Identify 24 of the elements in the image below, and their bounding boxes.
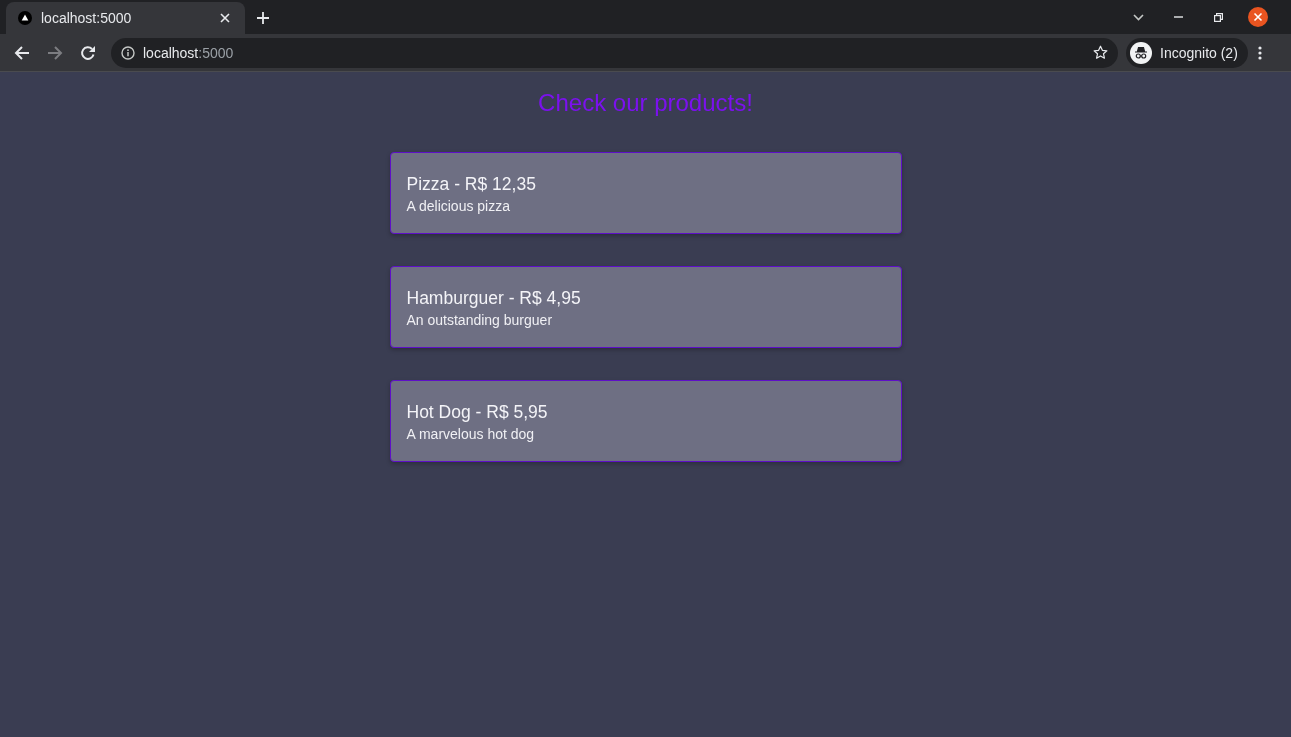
incognito-profile-button[interactable]: Incognito (2) [1126,37,1248,68]
back-arrow-icon [14,44,30,61]
incognito-icon [1130,41,1152,64]
page-heading: Check our products! [538,89,753,117]
address-bar[interactable]: localhost:5000 [111,37,1118,68]
info-icon[interactable] [121,45,135,60]
favicon-icon [18,11,32,25]
product-description: A marvelous hot dog [406,425,535,443]
close-window-icon[interactable] [1248,7,1268,27]
menu-icon[interactable] [1257,45,1262,60]
browser-tab[interactable]: localhost:5000 [6,2,245,34]
bookmark-star-icon[interactable] [1093,45,1108,60]
chevron-down-icon[interactable] [1132,13,1144,21]
product-title: Hamburguer - R$ 4,95 [406,287,581,309]
product-title: Pizza - R$ 12,35 [406,173,536,195]
forward-arrow-icon [47,44,63,61]
product-description: A delicious pizza [406,197,510,215]
close-icon [220,13,230,23]
restore-icon[interactable] [1213,12,1223,22]
new-tab-plus-icon[interactable] [257,12,269,24]
reload-icon [80,44,96,61]
product-description: An outstanding burguer [406,311,553,329]
product-title: Hot Dog - R$ 5,95 [406,401,548,423]
minimize-icon[interactable] [1173,16,1183,18]
